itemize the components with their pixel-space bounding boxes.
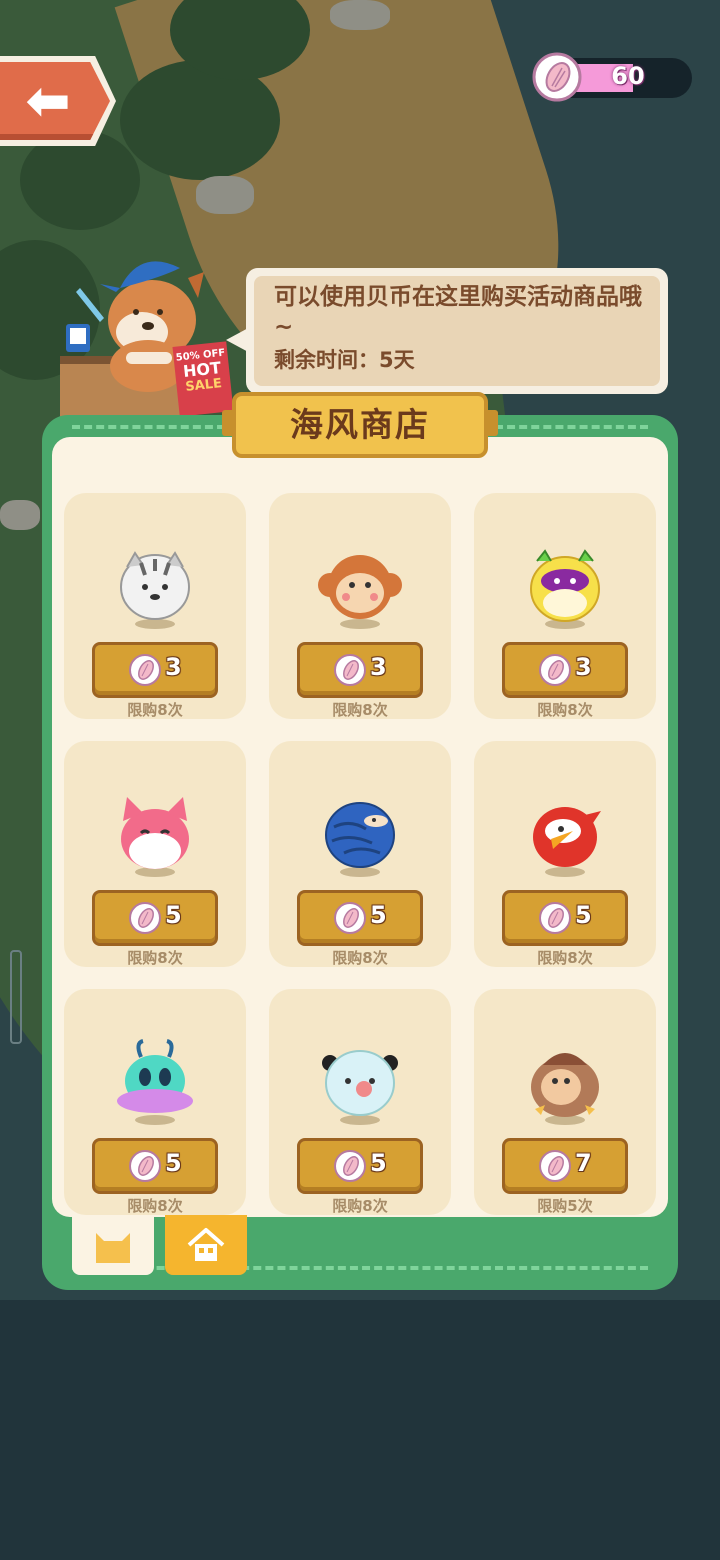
shell-coin-icon xyxy=(532,52,582,102)
panel-dash-bottom xyxy=(72,1266,648,1270)
cat-icon xyxy=(96,1233,130,1263)
side-scroll-handle[interactable] xyxy=(10,950,22,1044)
hot-sale-sign: 50% OFF HOT SALE xyxy=(172,341,234,417)
shell-coin-icon xyxy=(334,1150,366,1182)
purchase-limit: 限购5次 xyxy=(537,1197,593,1215)
shop-item-card[interactable]: 3 限购8次 xyxy=(474,493,656,719)
shell-coin-icon xyxy=(539,1150,571,1182)
arrow-left-icon: ⬅ xyxy=(25,69,71,132)
buy-button[interactable]: 5 xyxy=(502,890,628,946)
purchase-limit: 限购8次 xyxy=(127,701,183,719)
fox-pet-icon xyxy=(121,797,189,869)
back-button[interactable]: ⬅ xyxy=(0,62,110,140)
purchase-limit: 限购8次 xyxy=(537,701,593,719)
item-price: 7 xyxy=(575,1149,592,1177)
shop-item-card[interactable]: 3 限购8次 xyxy=(64,493,246,719)
purchase-limit: 限购8次 xyxy=(332,949,388,967)
buy-button[interactable]: 5 xyxy=(297,1138,423,1194)
shop-item-card[interactable]: 5 限购8次 xyxy=(64,741,246,967)
panda-pet-icon xyxy=(322,1050,398,1116)
buy-button[interactable]: 7 xyxy=(502,1138,628,1194)
item-price: 5 xyxy=(165,901,182,929)
item-price: 5 xyxy=(370,1149,387,1177)
buy-button[interactable]: 5 xyxy=(92,1138,218,1194)
shop-title: 海风商店 xyxy=(290,405,430,444)
item-price: 5 xyxy=(575,901,592,929)
tiger-pet-icon xyxy=(120,551,190,620)
alien-pet-icon xyxy=(117,1039,193,1113)
item-price: 3 xyxy=(165,653,182,681)
shell-coin-icon xyxy=(539,654,571,686)
shell-coin-icon xyxy=(129,654,161,686)
shell-coin-icon xyxy=(334,654,366,686)
speech-bubble: 可以使用贝币在这里购买活动商品哦~ 剩余时间：5天 xyxy=(246,268,668,394)
purchase-limit: 限购8次 xyxy=(332,1197,388,1215)
shop-item-card[interactable]: 5 限购8次 xyxy=(269,741,451,967)
rock xyxy=(0,500,40,530)
purchase-limit: 限购8次 xyxy=(537,949,593,967)
buy-button[interactable]: 3 xyxy=(502,642,628,698)
leopard-pet-icon xyxy=(530,549,600,622)
shop-item-card[interactable]: 7 限购5次 xyxy=(474,989,656,1215)
monkey-pet-icon xyxy=(318,555,402,619)
buy-button[interactable]: 3 xyxy=(297,642,423,698)
item-price: 3 xyxy=(575,653,592,681)
pangolin-pet-icon xyxy=(325,802,395,868)
shop-item-card[interactable]: 5 限购8次 xyxy=(474,741,656,967)
item-price: 5 xyxy=(370,901,387,929)
currency-value: 60 xyxy=(611,62,645,90)
shell-coin-icon xyxy=(129,1150,161,1182)
buy-button[interactable]: 5 xyxy=(92,890,218,946)
owl-pet-icon xyxy=(531,1053,599,1117)
bubble-message: 可以使用贝币在这里购买活动商品哦~ xyxy=(274,284,642,340)
tab-home[interactable] xyxy=(165,1215,247,1275)
shop-item-card[interactable]: 3 限购8次 xyxy=(269,493,451,719)
rock xyxy=(196,176,254,214)
house-icon xyxy=(187,1228,225,1261)
purchase-limit: 限购8次 xyxy=(127,1197,183,1215)
item-price: 5 xyxy=(165,1149,182,1177)
shell-coin-icon xyxy=(539,902,571,934)
shop-item-card[interactable]: 5 限购8次 xyxy=(269,989,451,1215)
shop-item-card[interactable]: 5 限购8次 xyxy=(64,989,246,1215)
bird-pet-icon xyxy=(533,807,601,867)
tab-pets[interactable] xyxy=(72,1215,154,1275)
shell-coin-icon xyxy=(334,902,366,934)
remaining-time: 剩余时间：5天 xyxy=(274,348,415,372)
rock xyxy=(330,0,390,30)
purchase-limit: 限购8次 xyxy=(332,701,388,719)
item-price: 3 xyxy=(370,653,387,681)
buy-button[interactable]: 3 xyxy=(92,642,218,698)
shop-title-plate: 海风商店 xyxy=(232,392,488,458)
purchase-limit: 限购8次 xyxy=(127,949,183,967)
buy-button[interactable]: 5 xyxy=(297,890,423,946)
shell-coin-icon xyxy=(129,902,161,934)
